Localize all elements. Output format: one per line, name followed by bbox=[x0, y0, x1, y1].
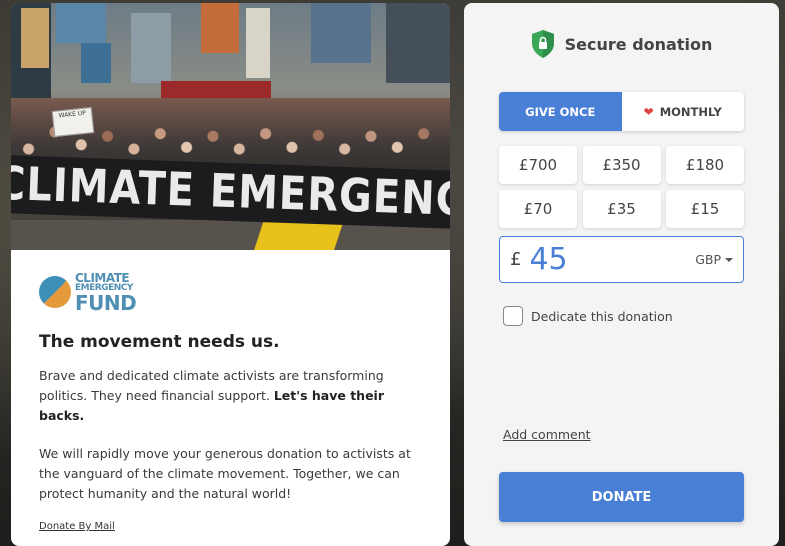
custom-amount-field: £ GBP bbox=[499, 236, 744, 283]
give-once-tab[interactable]: GIVE ONCE bbox=[499, 92, 622, 131]
amount-option[interactable]: £700 bbox=[499, 146, 577, 184]
currency-select[interactable]: GBP bbox=[695, 252, 733, 267]
dedicate-label: Dedicate this donation bbox=[531, 308, 673, 324]
banner-text: CLIMATE EMERGENC bbox=[11, 157, 450, 227]
donate-button[interactable]: DONATE bbox=[499, 472, 744, 522]
logo-line-1: CLIMATE bbox=[75, 270, 130, 285]
logo-globe-icon bbox=[39, 276, 71, 308]
frequency-toggle: GIVE ONCE ❤ MONTHLY bbox=[499, 92, 744, 131]
amount-option[interactable]: £70 bbox=[499, 190, 577, 228]
secure-donation-title: Secure donation bbox=[564, 34, 713, 54]
donation-form: Secure donation GIVE ONCE ❤ MONTHLY £700… bbox=[464, 3, 779, 546]
amount-input[interactable] bbox=[529, 242, 650, 277]
amount-option[interactable]: £35 bbox=[582, 190, 661, 228]
chevron-down-icon bbox=[725, 257, 733, 262]
climate-emergency-fund-logo: CLIMATE EMERGENCY FUND bbox=[39, 268, 422, 316]
give-once-label: GIVE ONCE bbox=[525, 104, 596, 119]
protest-sign: WAKE UP bbox=[51, 106, 95, 138]
heart-icon: ❤ bbox=[643, 104, 654, 119]
monthly-tab[interactable]: ❤ MONTHLY bbox=[621, 92, 744, 131]
hero-photo: WAKE UP CLIMATE EMERGENC bbox=[11, 3, 450, 250]
amount-option[interactable]: £350 bbox=[582, 146, 661, 184]
campaign-card: WAKE UP CLIMATE EMERGENC CLIMATE EMERGEN… bbox=[11, 3, 450, 546]
shield-lock-icon bbox=[531, 30, 554, 58]
secure-donation-header: Secure donation bbox=[464, 29, 779, 59]
campaign-paragraph-2: We will rapidly move your generous donat… bbox=[39, 446, 411, 501]
donate-by-mail-link[interactable]: Donate By Mail bbox=[39, 521, 115, 532]
amount-option[interactable]: £180 bbox=[666, 146, 744, 184]
add-comment-link[interactable]: Add comment bbox=[503, 427, 591, 442]
currency-symbol: £ bbox=[510, 249, 522, 270]
logo-line-3: FUND bbox=[75, 290, 137, 315]
campaign-headline: The movement needs us. bbox=[39, 332, 280, 352]
dedicate-checkbox[interactable] bbox=[503, 306, 523, 326]
preset-amounts: £700 £350 £180 £70 £35 £15 bbox=[499, 146, 744, 228]
campaign-paragraph-1: Brave and dedicated climate activists ar… bbox=[39, 366, 422, 426]
monthly-label: MONTHLY bbox=[659, 104, 722, 119]
dedicate-donation-option[interactable]: Dedicate this donation bbox=[503, 306, 673, 326]
currency-code: GBP bbox=[695, 252, 721, 267]
amount-option[interactable]: £15 bbox=[666, 190, 744, 228]
donate-button-label: DONATE bbox=[591, 489, 652, 505]
